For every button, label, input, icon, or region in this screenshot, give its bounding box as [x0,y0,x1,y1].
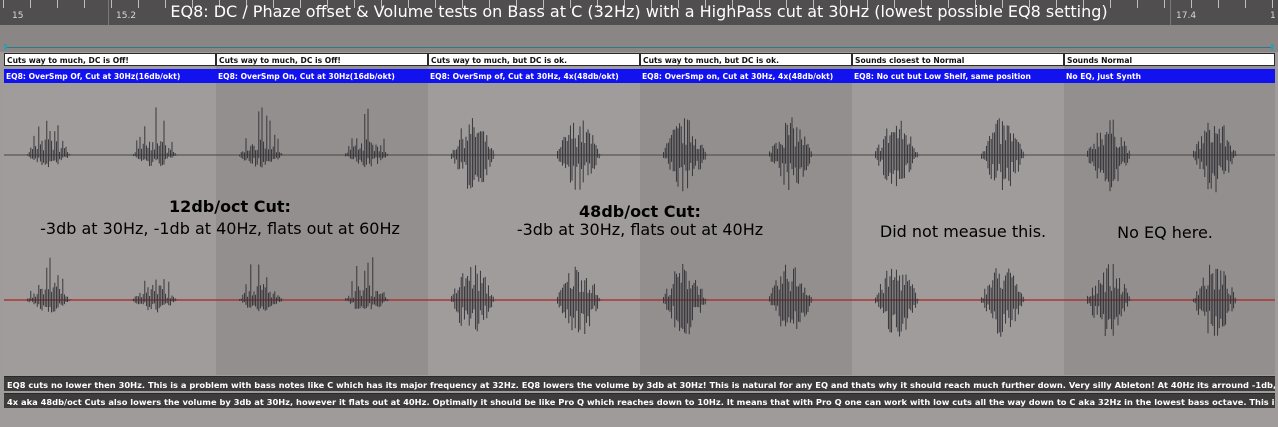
clip-title-4[interactable]: Cuts way to much, but DC is ok. [640,53,852,66]
footer-note-1: EQ8 cuts no lower then 30Hz. This is a p… [4,376,1275,391]
clip-device-label-4: EQ8: OverSmp on, Cut at 30Hz, 4x(48db/ok… [640,69,852,83]
footer-note-2: 4x aka 48db/oct Cuts also lowers the vol… [4,393,1275,408]
loop-brace[interactable] [4,47,1274,48]
clip-device-label-2: EQ8: OverSmp On, Cut at 30Hz(16db/okt) [216,69,428,83]
loop-end-marker[interactable] [1271,44,1274,50]
cut-48db-heading: 48db/oct Cut: [579,202,701,221]
clip-device-label-6: No EQ, just Synth [1064,69,1275,83]
clip-title-1[interactable]: Cuts way to much, DC is Off! [4,53,216,66]
clip-title-3[interactable]: Cuts way to much, but DC is ok. [428,53,640,66]
clip-device-label-1: EQ8: OverSmp Of, Cut at 30Hz(16db/okt) [4,69,216,83]
shelf-note: Did not measue this. [879,222,1047,241]
cut-48db-details: -3db at 30Hz, flats out at 40Hz [516,220,764,239]
window-title: EQ8: DC / Phaze offset & Volume tests on… [170,2,1108,21]
cut-12db-heading: 12db/oct Cut: [169,197,291,216]
cut-12db-details: -3db at 30Hz, -1db at 40Hz, flats out at… [40,219,400,238]
clip-title-5[interactable]: Sounds closest to Normal [852,53,1064,66]
clip-title-6[interactable]: Sounds Normal [1064,53,1275,66]
loop-start-marker[interactable] [4,44,7,50]
clip-title-2[interactable]: Cuts way to much, DC is Off! [216,53,428,66]
clip-device-label-3: EQ8: OverSmp of, Cut at 30Hz, 4x(48db/ok… [428,69,640,83]
waveform-channel-right-trace [27,257,1238,337]
no-eq-note: No EQ here. [1117,223,1213,242]
clip-device-label-5: EQ8: No cut but Low Shelf, same position [852,69,1064,83]
waveform-channel-left-trace [27,107,1238,193]
